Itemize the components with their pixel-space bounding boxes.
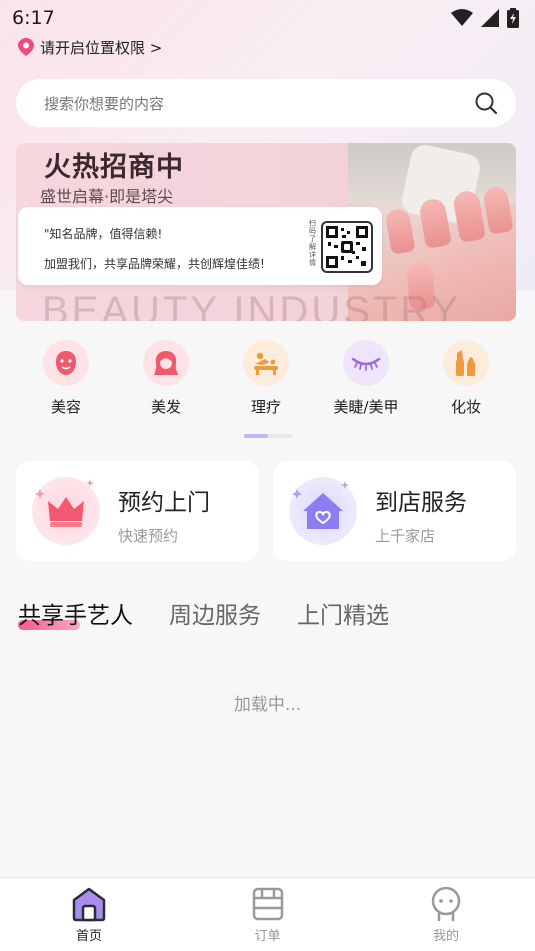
- face-mask-icon: [56, 351, 76, 375]
- service-title: 预约上门: [118, 490, 210, 516]
- profile-icon: [431, 886, 461, 922]
- indicator-active: [244, 434, 268, 438]
- tab-label: 上门精选: [297, 603, 389, 629]
- status-bar: 6:17: [0, 0, 535, 36]
- signal-icon: [481, 9, 499, 27]
- category-therapy[interactable]: 理疗: [216, 340, 316, 420]
- category-lash-nail[interactable]: 美睫/美甲: [316, 340, 416, 420]
- hair-icon: [154, 351, 178, 375]
- tabbar-label: 订单: [254, 929, 281, 944]
- category-beauty[interactable]: 美容: [16, 340, 116, 420]
- eyelash-icon: [351, 357, 381, 371]
- tabbar-label: 首页: [75, 929, 102, 944]
- category-label: 美睫/美甲: [333, 398, 399, 416]
- location-label: 请开启位置权限 >: [40, 38, 163, 57]
- status-time: 6:17: [12, 7, 55, 29]
- tab-home-picks[interactable]: 上门精选: [297, 596, 389, 630]
- location-permission-link[interactable]: 请开启位置权限 >: [18, 36, 162, 58]
- wifi-icon: [451, 9, 473, 26]
- category-icon-bg: [43, 340, 89, 386]
- service-icon-bg: [32, 477, 100, 545]
- service-card-home-visit[interactable]: 预约上门 快速预约: [16, 461, 259, 561]
- bottom-tab-bar: 首页 订单 我的: [0, 877, 535, 951]
- crown-icon: [35, 479, 94, 527]
- service-subtitle: 上千家店: [375, 527, 436, 545]
- battery-icon: [507, 8, 519, 28]
- qr-label: 扫码了解详情: [309, 219, 316, 267]
- service-subtitle: 快速预约: [118, 527, 179, 545]
- tab-nearby-services[interactable]: 周边服务: [169, 596, 261, 630]
- banner-card: "知名品牌，值得信赖! 加盟我们，共享品牌荣耀，共创辉煌佳绩! 扫码了解详情: [18, 207, 382, 285]
- makeup-icon: [456, 350, 475, 376]
- search-bar[interactable]: 搜索你想要的内容: [16, 79, 516, 127]
- banner-watermark: BEAUTY INDUSTRY: [42, 289, 462, 321]
- category-label: 理疗: [250, 398, 281, 416]
- content-tabs: 共享手艺人 周边服务 上门精选: [18, 596, 389, 630]
- qr-code-icon: [326, 226, 368, 268]
- category-hair[interactable]: 美发: [116, 340, 216, 420]
- tab-shared-artisans[interactable]: 共享手艺人: [18, 596, 133, 630]
- tabbar-home[interactable]: 首页: [0, 878, 178, 951]
- status-icons: [451, 8, 519, 28]
- qr-code[interactable]: [321, 221, 373, 273]
- banner-subtitle: 盛世启幕·即是塔尖: [40, 187, 174, 206]
- tabbar-orders[interactable]: 订单: [179, 878, 357, 951]
- category-label: 美容: [50, 398, 81, 416]
- promo-banner[interactable]: 火热招商中 盛世启幕·即是塔尖 BEAUTY INDUSTRY "知名品牌，值得…: [16, 143, 516, 321]
- category-page-indicator: [244, 434, 292, 438]
- search-placeholder: 搜索你想要的内容: [44, 94, 165, 113]
- order-icon: [252, 887, 283, 921]
- banner-title: 火热招商中: [44, 152, 184, 183]
- category-icon-bg: [443, 340, 489, 386]
- search-icon[interactable]: [474, 91, 498, 115]
- category-label: 美发: [150, 398, 181, 416]
- massage-icon: [254, 352, 278, 375]
- loading-text: 加载中...: [233, 695, 302, 715]
- service-card-in-store[interactable]: 到店服务 上千家店: [273, 461, 516, 561]
- tab-label: 共享手艺人: [18, 603, 133, 629]
- tab-label: 周边服务: [169, 603, 261, 629]
- service-title: 到店服务: [375, 490, 467, 516]
- category-label: 化妆: [450, 398, 481, 416]
- banner-card-line2: 加盟我们，共享品牌荣耀，共创辉煌佳绩!: [44, 257, 265, 271]
- home-icon: [72, 887, 106, 922]
- tabbar-profile[interactable]: 我的: [357, 878, 535, 951]
- category-icon-bg: [243, 340, 289, 386]
- house-heart-icon: [292, 481, 349, 529]
- banner-card-line1: "知名品牌，值得信赖!: [44, 227, 163, 241]
- location-pin-icon: [18, 38, 34, 56]
- tabbar-label: 我的: [432, 929, 459, 944]
- category-icon-bg: [143, 340, 189, 386]
- category-icon-bg: [343, 340, 389, 386]
- category-makeup[interactable]: 化妆: [416, 340, 516, 420]
- service-icon-bg: [289, 477, 357, 545]
- category-grid: 美容 美发 理疗 美睫/美甲 化妆: [16, 340, 516, 420]
